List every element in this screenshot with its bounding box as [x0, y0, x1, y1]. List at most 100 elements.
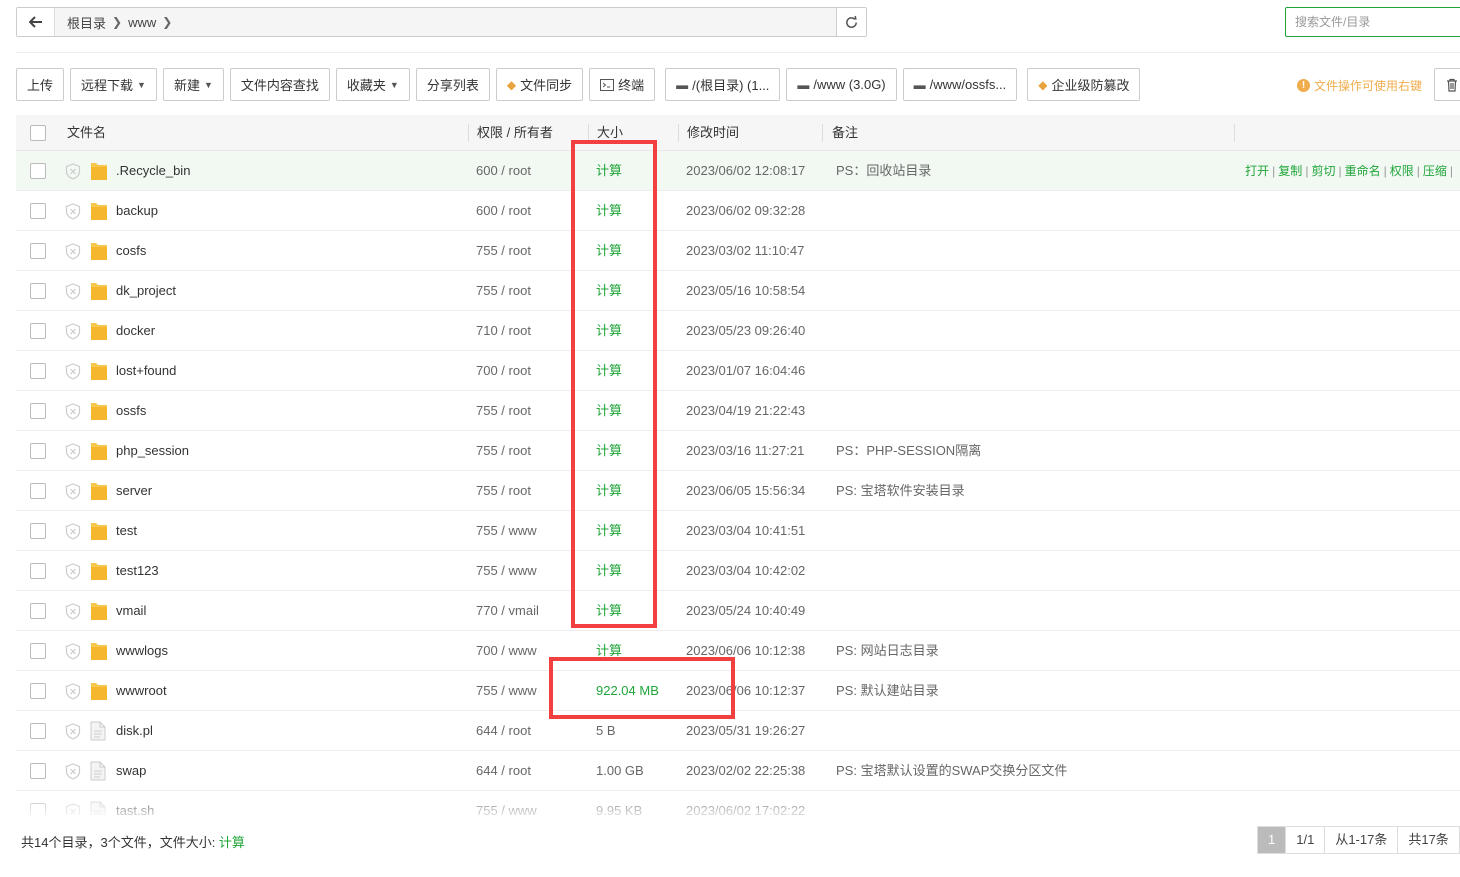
shield-icon[interactable] — [65, 403, 81, 420]
table-row[interactable]: wwwroot 755 / www 922.04 MB 2023/06/06 10:1… — [16, 671, 1460, 711]
perm-owner[interactable]: 755 / www — [476, 671, 537, 711]
row-action-link[interactable]: 权限 — [1390, 164, 1414, 178]
page-current[interactable]: 1 — [1258, 827, 1287, 853]
file-name[interactable]: test — [116, 511, 137, 551]
crumb-www[interactable]: www — [122, 15, 162, 30]
shield-icon[interactable] — [65, 283, 81, 300]
perm-owner[interactable]: 755 / root — [476, 271, 531, 311]
row-checkbox[interactable] — [30, 363, 46, 379]
header-mtime[interactable]: 修改时间 — [687, 115, 739, 151]
file-size[interactable]: 计算 — [596, 351, 622, 391]
perm-owner[interactable]: 700 / www — [476, 631, 537, 671]
table-row[interactable]: php_session 755 / root 计算 2023/03/16 11:27:… — [16, 431, 1460, 471]
perm-owner[interactable]: 710 / root — [476, 311, 531, 351]
disk-www-button[interactable]: ▬/www (3.0G) — [786, 68, 897, 101]
row-checkbox[interactable] — [30, 523, 46, 539]
shield-icon[interactable] — [65, 323, 81, 340]
disk-ossfs-button[interactable]: ▬/www/ossfs... — [902, 68, 1018, 101]
shield-icon[interactable] — [65, 163, 81, 180]
content-search-button[interactable]: 文件内容查找 — [229, 68, 330, 101]
row-checkbox[interactable] — [30, 443, 46, 459]
terminal-button[interactable]: 终端 — [589, 68, 656, 101]
row-checkbox[interactable] — [30, 763, 46, 779]
file-size[interactable]: 计算 — [596, 591, 622, 631]
file-name[interactable]: wwwlogs — [116, 631, 168, 671]
file-name[interactable]: swap — [116, 751, 146, 791]
table-row[interactable]: wwwlogs 700 / www 计算 2023/06/06 10:12:38 PS:… — [16, 631, 1460, 671]
table-row[interactable]: vmail 770 / vmail 计算 2023/05/24 10:40:49 — [16, 591, 1460, 631]
row-checkbox[interactable] — [30, 163, 46, 179]
row-checkbox[interactable] — [30, 603, 46, 619]
file-size[interactable]: 计算 — [596, 311, 622, 351]
file-size[interactable]: 计算 — [596, 431, 622, 471]
table-row[interactable]: server 755 / root 计算 2023/06/05 15:56:34 PS:… — [16, 471, 1460, 511]
file-size[interactable]: 计算 — [596, 231, 622, 271]
row-action-link[interactable]: 复制 — [1278, 164, 1302, 178]
file-name[interactable]: test123 — [116, 551, 159, 591]
file-name[interactable]: cosfs — [116, 231, 146, 271]
file-size[interactable]: 计算 — [596, 391, 622, 431]
table-row[interactable]: ossfs 755 / root 计算 2023/04/19 21:22:43 — [16, 391, 1460, 431]
row-checkbox[interactable] — [30, 243, 46, 259]
perm-owner[interactable]: 644 / root — [476, 751, 531, 791]
row-checkbox[interactable] — [30, 483, 46, 499]
file-name[interactable]: backup — [116, 191, 158, 231]
perm-owner[interactable]: 755 / www — [476, 511, 537, 551]
shield-icon[interactable] — [65, 683, 81, 700]
file-sync-button[interactable]: ◆ 文件同步 — [495, 68, 584, 101]
summary-calc-link[interactable]: 计算 — [219, 835, 245, 850]
perm-owner[interactable]: 600 / root — [476, 151, 531, 191]
row-checkbox[interactable] — [30, 683, 46, 699]
perm-owner[interactable]: 755 / root — [476, 231, 531, 271]
shield-icon[interactable] — [65, 243, 81, 260]
shield-icon[interactable] — [65, 203, 81, 220]
row-checkbox[interactable] — [30, 723, 46, 739]
shield-icon[interactable] — [65, 563, 81, 580]
perm-owner[interactable]: 755 / root — [476, 471, 531, 511]
file-size[interactable]: 计算 — [596, 151, 622, 191]
table-row[interactable]: disk.pl 644 / root 5 B 2023/05/31 19:26:27 — [16, 711, 1460, 751]
table-row[interactable]: swap 644 / root 1.00 GB 2023/02/02 22:25:38… — [16, 751, 1460, 791]
file-size[interactable]: 计算 — [596, 471, 622, 511]
file-name[interactable]: ossfs — [116, 391, 146, 431]
perm-owner[interactable]: 700 / root — [476, 351, 531, 391]
file-name[interactable]: tast.sh — [116, 791, 154, 815]
table-row[interactable]: test123 755 / www 计算 2023/03/04 10:42:02 — [16, 551, 1460, 591]
file-name[interactable]: dk_project — [116, 271, 176, 311]
disk-root-button[interactable]: ▬/(根目录) (1... — [665, 68, 781, 101]
shield-icon[interactable] — [65, 363, 81, 380]
row-checkbox[interactable] — [30, 643, 46, 659]
row-checkbox[interactable] — [30, 283, 46, 299]
favorites-button[interactable]: 收藏夹 ▼ — [335, 68, 410, 101]
table-row[interactable]: docker 710 / root 计算 2023/05/23 09:26:40 — [16, 311, 1460, 351]
table-row[interactable]: backup 600 / root 计算 2023/06/02 09:32:28 — [16, 191, 1460, 231]
search-input[interactable] — [1286, 8, 1460, 36]
row-checkbox[interactable] — [30, 803, 46, 815]
shield-icon[interactable] — [65, 483, 81, 500]
upload-button[interactable]: 上传 — [16, 68, 65, 101]
remote-download-button[interactable]: 远程下载 ▼ — [70, 68, 157, 101]
row-action-link[interactable]: 重命名 — [1345, 164, 1381, 178]
perm-owner[interactable]: 644 / root — [476, 711, 531, 751]
perm-owner[interactable]: 755 / www — [476, 551, 537, 591]
new-button[interactable]: 新建 ▼ — [162, 68, 224, 101]
row-checkbox[interactable] — [30, 323, 46, 339]
shield-icon[interactable] — [65, 643, 81, 660]
shield-icon[interactable] — [65, 603, 81, 620]
file-size[interactable]: 计算 — [596, 191, 622, 231]
table-row[interactable]: tast.sh 755 / www 9.95 KB 2023/06/02 17:02:… — [16, 791, 1460, 815]
header-size[interactable]: 大小 — [597, 115, 623, 151]
shield-icon[interactable] — [65, 443, 81, 460]
row-action-link[interactable]: 打开 — [1245, 164, 1269, 178]
crumb-root[interactable]: 根目录 — [61, 13, 112, 32]
row-checkbox[interactable] — [30, 403, 46, 419]
header-name[interactable]: 文件名 — [67, 115, 106, 151]
table-row[interactable]: dk_project 755 / root 计算 2023/05/16 10:58:5… — [16, 271, 1460, 311]
table-row[interactable]: cosfs 755 / root 计算 2023/03/02 11:10:47 — [16, 231, 1460, 271]
file-size[interactable]: 计算 — [596, 511, 622, 551]
shield-icon[interactable] — [65, 523, 81, 540]
file-name[interactable]: docker — [116, 311, 155, 351]
file-size[interactable]: 计算 — [596, 271, 622, 311]
select-all-checkbox[interactable] — [30, 125, 46, 141]
refresh-button[interactable] — [836, 8, 866, 36]
